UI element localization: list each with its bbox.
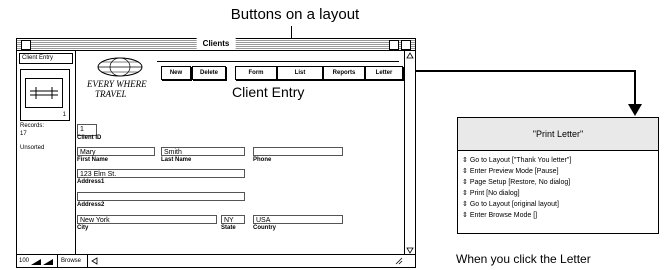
bottom-bar: 100 Browse <box>17 254 415 267</box>
scroll-left-icon[interactable] <box>91 257 99 265</box>
form-button[interactable]: Form <box>235 66 277 80</box>
arrow-down-icon <box>628 104 642 116</box>
book-icon[interactable]: 1 <box>20 69 70 121</box>
new-button[interactable]: New <box>161 66 191 80</box>
script-step: ⇕ Page Setup [Restore, No dialog] <box>462 179 571 186</box>
delete-button[interactable]: Delete <box>192 66 226 80</box>
layout-header: Every Where Travel Client Entry <box>77 51 399 115</box>
title-bar[interactable]: Clients <box>17 38 415 51</box>
script-step: ⇕ Print [No dialog] <box>462 190 520 197</box>
window-title: Clients <box>196 38 236 49</box>
address2-label: Address2 <box>77 202 105 208</box>
list-button[interactable]: List <box>277 66 323 80</box>
first-name-label: First Name <box>77 157 109 163</box>
script-window: "Print Letter" ⇕ Go to Layout ["Thank Yo… <box>457 117 659 234</box>
close-box[interactable] <box>21 40 31 50</box>
scroll-up-icon[interactable] <box>406 52 414 60</box>
client-id-label: Client ID <box>77 135 102 141</box>
clients-window: Clients Client Entry 1 Records: 17 Unsor… <box>16 38 416 268</box>
first-name-field[interactable]: Mary <box>77 147 155 156</box>
address1-field[interactable]: 123 Elm St. <box>77 169 245 178</box>
scroll-down-icon[interactable] <box>406 246 414 254</box>
callout-title: Buttons on a layout <box>230 6 360 23</box>
script-name: "Print Letter" <box>458 118 658 151</box>
resize-grip-icon[interactable] <box>395 257 403 265</box>
script-step: ⇕ Go to Layout ["Thank You letter"] <box>462 157 572 164</box>
status-area: Client Entry 1 Records: 17 Unsorted <box>17 51 76 255</box>
records-count: 17 <box>20 131 27 137</box>
letter-button[interactable]: Letter <box>365 66 403 80</box>
arrow-line <box>400 70 636 72</box>
caption: When you click the Letter <box>456 252 591 266</box>
phone-field[interactable] <box>253 147 343 156</box>
phone-label: Phone <box>253 157 272 163</box>
arrow-line <box>634 70 636 106</box>
script-step: ⇕ Enter Preview Mode [Pause] <box>462 168 559 175</box>
country-label: Country <box>253 225 276 231</box>
logo-line2: Travel <box>95 89 127 99</box>
book-arrows-icon <box>30 87 58 99</box>
vertical-scrollbar[interactable] <box>404 51 415 255</box>
zoom-level[interactable]: 100 <box>19 258 29 264</box>
page-title: Client Entry <box>232 84 305 100</box>
reports-button[interactable]: Reports <box>323 66 365 80</box>
sort-state: Unsorted <box>20 145 45 151</box>
collapse-box[interactable] <box>401 40 411 50</box>
book-page: 1 <box>62 112 66 118</box>
city-label: City <box>77 225 89 231</box>
state-field[interactable]: NY <box>221 215 245 224</box>
country-field[interactable]: USA <box>253 215 343 224</box>
globe-logo-icon <box>97 57 143 77</box>
script-step: ⇕ Enter Browse Mode [] <box>462 212 538 219</box>
last-name-field[interactable]: Smith <box>161 147 245 156</box>
mode-popup[interactable]: Browse <box>61 258 81 264</box>
last-name-label: Last Name <box>161 157 192 163</box>
logo-line1: Every Where <box>87 79 147 89</box>
address1-label: Address1 <box>77 179 105 185</box>
script-step: ⇕ Go to Layout [original layout] <box>462 201 559 208</box>
zoom-box[interactable] <box>389 40 399 50</box>
city-field[interactable]: New York <box>77 215 217 224</box>
layout-popup[interactable]: Client Entry <box>19 53 73 64</box>
records-label: Records: <box>20 123 45 129</box>
state-label: State <box>221 225 236 231</box>
header-rule <box>157 61 399 62</box>
address2-field[interactable] <box>77 192 245 201</box>
zoom-controls-icon[interactable] <box>31 257 53 265</box>
